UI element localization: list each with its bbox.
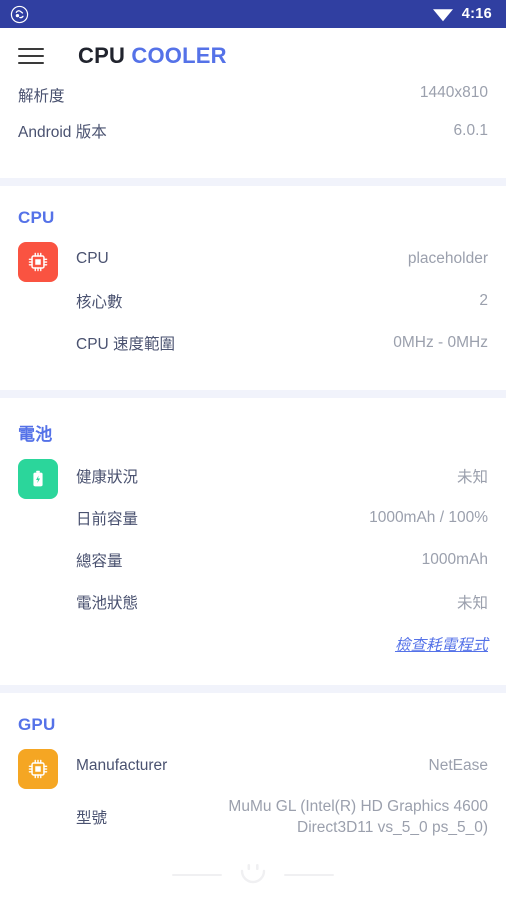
battery-bolt-glyph (33, 470, 43, 487)
row-value: 未知 (456, 595, 488, 612)
row-label: CPU (76, 250, 109, 267)
row-label: Android 版本 (18, 124, 107, 141)
hamburger-bar (18, 48, 44, 50)
row-value: MuMu GL (Intel(R) HD Graphics 4600 Direc… (228, 798, 488, 836)
table-row[interactable]: 核心數 2 (0, 280, 506, 322)
status-bar-clock: 4:16 (461, 5, 492, 22)
row-value: 1000mAh / 100% (369, 509, 488, 526)
row-label: 核心數 (76, 294, 123, 311)
table-row[interactable]: 健康狀況 未知 (0, 455, 506, 497)
row-value: 1000mAh (421, 551, 488, 568)
gpu-chip-glyph (28, 759, 48, 779)
row-label: Manufacturer (76, 757, 168, 774)
table-row[interactable]: CPU 速度範圍 0MHz - 0MHz (0, 322, 506, 364)
table-row[interactable]: 總容量 1000mAh (0, 539, 506, 581)
device-section: 解析度 1440x810 Android 版本 6.0.1 (0, 84, 506, 178)
footer-line-left (172, 874, 222, 876)
row-label: 總容量 (76, 553, 123, 570)
gpu-section: GPU Manufacturer NetEase 型號 MuMu GL (Int… (0, 693, 506, 847)
table-row[interactable]: CPU placeholder (0, 238, 506, 280)
status-bar-right: 4:16 (432, 6, 492, 22)
table-row[interactable]: Manufacturer NetEase (0, 745, 506, 787)
row-value: 2 (479, 292, 488, 309)
table-row[interactable]: 解析度 1440x810 (0, 84, 506, 110)
row-label: 日前容量 (76, 511, 139, 528)
check-power-usage-link[interactable]: 檢查耗電程式 (395, 633, 488, 655)
hamburger-bar (18, 62, 44, 64)
wifi-icon (432, 9, 453, 22)
table-row[interactable]: 電池狀態 未知 (0, 581, 506, 623)
row-value: NetEase (428, 757, 488, 774)
row-label: 電池狀態 (76, 595, 139, 612)
section-divider (0, 685, 506, 693)
section-title-cpu: CPU (18, 208, 55, 227)
cpu-chip-glyph (28, 252, 48, 272)
cpu-section: CPU CPU placeholder 核心數 2 CPU 速度範圍 0MHz … (0, 186, 506, 390)
row-value: 0MHz - 0MHz (393, 334, 488, 351)
page-title: CPU COOLER (78, 43, 227, 69)
app-window: 4:16 CPU COOLER 解析度 1440x810 Android 版本 … (0, 0, 506, 900)
gpu-section-body: Manufacturer NetEase 型號 MuMu GL (Intel(R… (0, 745, 506, 847)
row-label: CPU 速度範圍 (76, 336, 176, 353)
battery-bolt-icon (18, 459, 58, 499)
battery-section: 電池 健康狀況 未知 日前容量 1000mAh / 100% 總容量 1000m… (0, 398, 506, 685)
cpu-section-body: CPU placeholder 核心數 2 CPU 速度範圍 0MHz - 0M… (0, 238, 506, 364)
row-value: placeholder (407, 250, 488, 267)
hamburger-bar (18, 55, 44, 57)
row-label: 解析度 (18, 88, 65, 105)
app-title-secondary: COOLER (131, 43, 227, 68)
section-title-gpu: GPU (18, 715, 56, 734)
section-title-battery: 電池 (18, 425, 53, 444)
row-label: 健康狀況 (76, 469, 139, 486)
battery-link-row: 檢查耗電程式 (0, 623, 506, 659)
scroll-content[interactable]: 解析度 1440x810 Android 版本 6.0.1 CPU CPU pl… (0, 84, 506, 900)
battery-section-body: 健康狀況 未知 日前容量 1000mAh / 100% 總容量 1000mAh … (0, 455, 506, 623)
section-divider (0, 178, 506, 186)
row-value: 1440x810 (419, 84, 488, 101)
app-title-primary: CPU (78, 43, 126, 68)
table-row[interactable]: 日前容量 1000mAh / 100% (0, 497, 506, 539)
table-row[interactable]: 型號 MuMu GL (Intel(R) HD Graphics 4600 Di… (0, 787, 506, 847)
footer-line-right (284, 874, 334, 876)
section-divider (0, 390, 506, 398)
app-bar: CPU COOLER (0, 28, 506, 84)
table-row[interactable]: Android 版本 6.0.1 (0, 110, 506, 152)
status-bar-left (10, 5, 29, 24)
app-badge-icon (10, 5, 29, 23)
row-value: 未知 (456, 469, 488, 486)
row-label: 型號 (76, 810, 108, 827)
status-bar: 4:16 (0, 0, 506, 28)
smiley-face-icon (240, 864, 266, 884)
row-value: 6.0.1 (453, 122, 488, 139)
hamburger-menu-icon[interactable] (18, 42, 46, 70)
gpu-chip-icon (18, 749, 58, 789)
cpu-chip-icon (18, 242, 58, 282)
footer-decoration (0, 858, 506, 892)
